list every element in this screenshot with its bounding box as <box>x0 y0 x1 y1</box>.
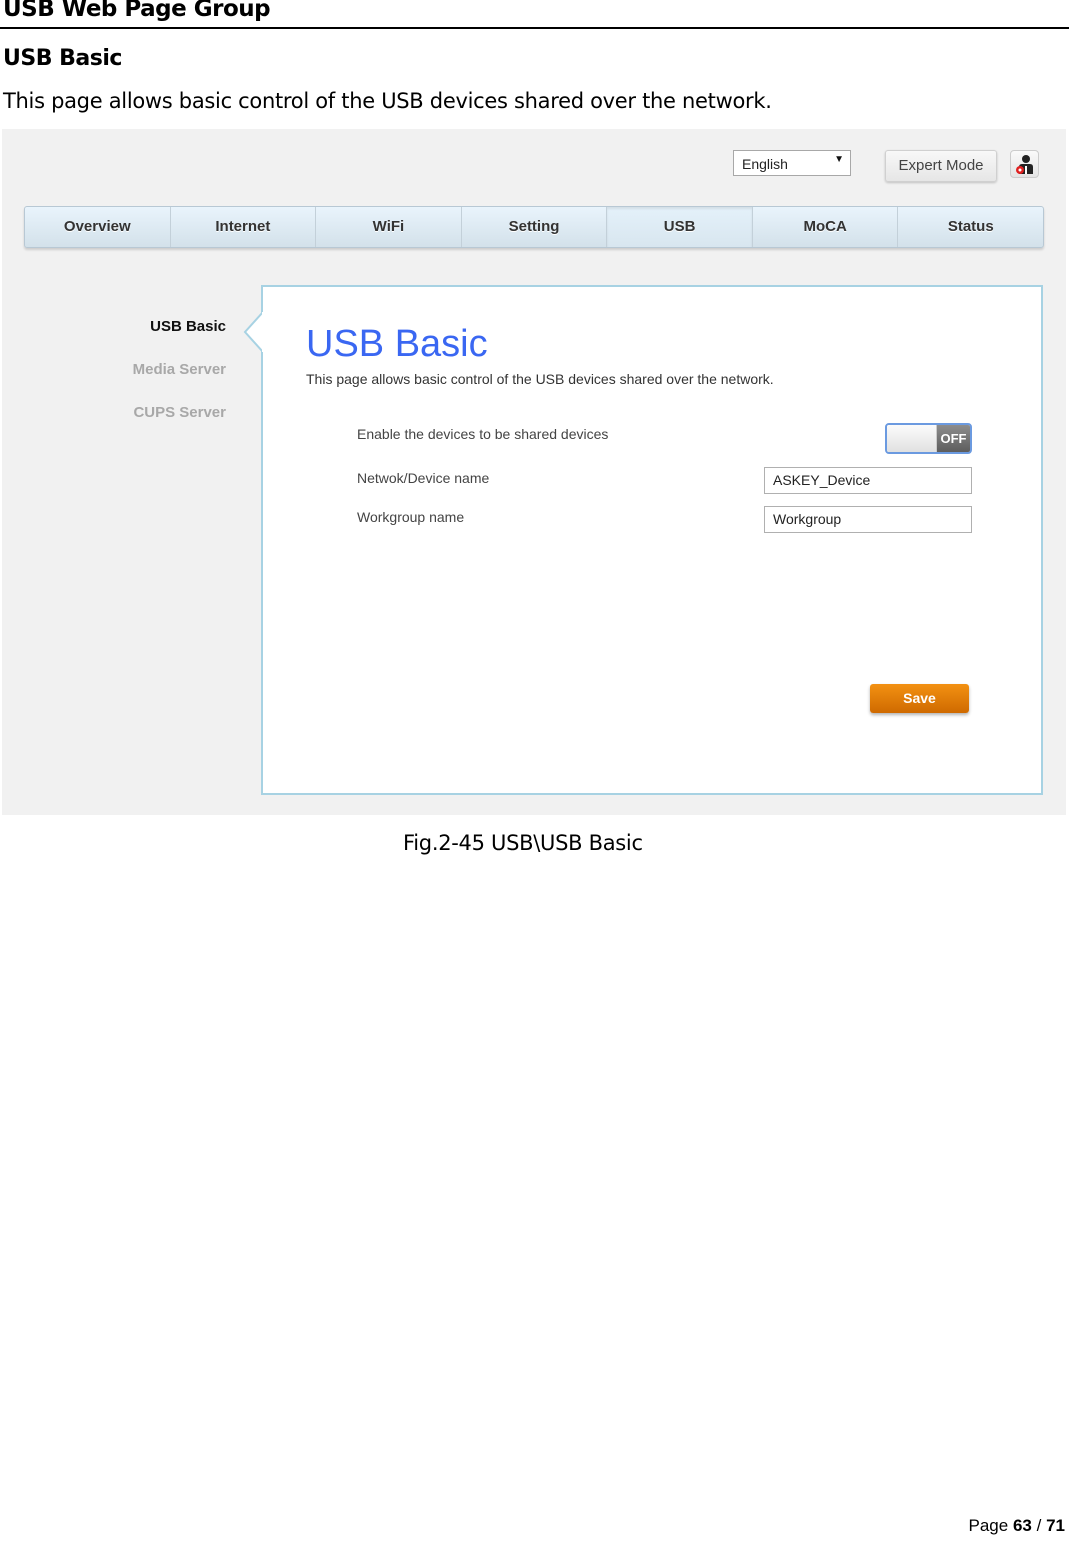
expert-mode-button[interactable]: Expert Mode <box>885 150 997 182</box>
device-name-label: Netwok/Device name <box>357 470 490 486</box>
user-logout-button[interactable] <box>1010 150 1039 178</box>
page-number: Page 63 / 71 <box>969 1516 1065 1536</box>
document-heading: USB Web Page Group <box>3 0 271 22</box>
language-selected-value: English <box>742 156 788 172</box>
language-select[interactable]: English ▼ <box>733 150 851 176</box>
enable-sharing-label: Enable the devices to be shared devices <box>357 426 609 442</box>
page-current: 63 <box>1012 1516 1032 1535</box>
panel-description: This page allows basic control of the US… <box>306 371 774 387</box>
page-separator: / <box>1036 1516 1042 1535</box>
document-subheading: USB Basic <box>3 46 122 71</box>
toggle-state: OFF <box>937 425 970 452</box>
user-logout-icon <box>1016 155 1033 174</box>
nav-tab-setting[interactable]: Setting <box>462 207 608 247</box>
panel-title: USB Basic <box>306 323 488 365</box>
nav-tab-usb[interactable]: USB <box>607 207 753 247</box>
sidebar-item-media-server[interactable]: Media Server <box>133 361 226 378</box>
active-item-pointer <box>243 312 264 352</box>
ui-screenshot: English ▼ Expert Mode Overview Internet … <box>2 129 1066 815</box>
page-prefix: Page <box>968 1516 1009 1535</box>
sidebar-item-cups-server[interactable]: CUPS Server <box>133 404 226 421</box>
nav-tab-overview[interactable]: Overview <box>25 207 171 247</box>
content-panel: USB Basic This page allows basic control… <box>261 285 1043 795</box>
nav-tab-moca[interactable]: MoCA <box>753 207 899 247</box>
workgroup-name-input[interactable]: Workgroup <box>764 506 972 533</box>
page-total: 71 <box>1046 1516 1065 1535</box>
workgroup-name-label: Workgroup name <box>357 509 465 525</box>
dropdown-arrow-icon: ▼ <box>834 154 844 165</box>
nav-tab-internet[interactable]: Internet <box>171 207 317 247</box>
nav-tab-status[interactable]: Status <box>898 207 1043 247</box>
figure-caption: Fig.2-45 USB\USB Basic <box>403 831 643 855</box>
save-button[interactable]: Save <box>870 684 969 713</box>
nav-tab-wifi[interactable]: WiFi <box>316 207 462 247</box>
document-intro: This page allows basic control of the US… <box>3 89 772 113</box>
heading-rule <box>0 27 1069 29</box>
main-nav: Overview Internet WiFi Setting USB MoCA … <box>24 206 1044 248</box>
sidebar-item-usb-basic[interactable]: USB Basic <box>150 318 226 335</box>
device-name-input[interactable]: ASKEY_Device <box>764 467 972 494</box>
toggle-knob <box>887 425 937 452</box>
enable-sharing-toggle[interactable]: OFF <box>885 423 972 454</box>
